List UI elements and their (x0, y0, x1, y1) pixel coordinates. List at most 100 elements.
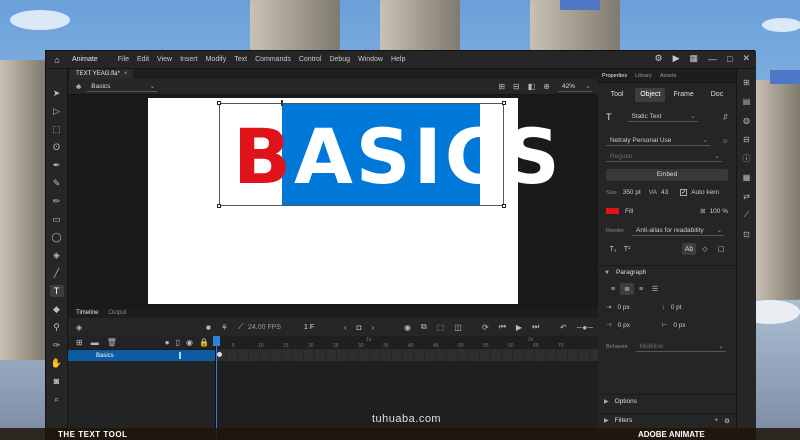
layer-row[interactable]: Basics (68, 350, 215, 361)
motion-icon[interactable]: ◫ (454, 323, 462, 332)
size-value[interactable]: 350 pt (623, 189, 641, 196)
scene-dropdown[interactable]: Basics ⌄ (87, 81, 158, 92)
paragraph-section[interactable]: ▼ Paragraph (598, 265, 736, 279)
layers-icon[interactable]: ◈ (76, 323, 82, 332)
align-icon[interactable]: ⊟ (513, 82, 520, 91)
undo-icon[interactable]: ↶ (560, 323, 567, 332)
stage[interactable]: B ASICS (148, 98, 560, 304)
font-style-dropdown[interactable]: Regular ⌄ (606, 151, 722, 162)
close-tab-icon[interactable]: × (124, 71, 128, 77)
subtab-tool[interactable]: Tool (602, 88, 632, 102)
menu-debug[interactable]: Debug (325, 56, 354, 63)
transform-tool-icon[interactable]: ⬚ (50, 123, 64, 135)
resize-handle-br[interactable] (502, 204, 506, 208)
zoom-tool-icon[interactable]: ⌕ (50, 393, 64, 405)
swatches-panel-icon[interactable]: ▦ (741, 172, 753, 182)
menu-file[interactable]: File (114, 56, 133, 63)
document-tab[interactable]: TEXT YEAG.fla* × (70, 69, 134, 79)
lock-icon[interactable]: 🔒 (199, 338, 209, 347)
filters-section[interactable]: ▶ Filters + ⚙ (598, 413, 736, 427)
home-icon[interactable]: ⌂ (50, 53, 64, 67)
align-center-icon[interactable]: ≣ (620, 283, 634, 295)
close-icon[interactable]: ✕ (742, 53, 750, 64)
tab-properties[interactable]: Properties (602, 73, 627, 79)
transform-panel-icon[interactable]: ⇄ (741, 191, 753, 201)
menu-help[interactable]: Help (387, 56, 409, 63)
options-section[interactable]: ▶ Options (598, 394, 736, 408)
margin-right-value[interactable]: 0 px (673, 322, 685, 329)
line-tool-icon[interactable]: ╱ (50, 267, 64, 279)
tab-assets[interactable]: Assets (660, 73, 677, 79)
oval-tool-icon[interactable]: ◯ (50, 231, 64, 243)
insert-keyframe-icon[interactable]: ◘ (357, 323, 362, 332)
grid-icon[interactable]: ▦ (690, 53, 699, 64)
fps-readout[interactable]: 24.00 FPS (248, 324, 281, 331)
text-direction-icon[interactable]: ⇵ (723, 113, 728, 121)
eraser-tool-icon[interactable]: ◆ (50, 303, 64, 315)
resize-handle-tl[interactable] (217, 101, 221, 105)
menu-modify[interactable]: Modify (202, 56, 231, 63)
behavior-dropdown[interactable]: Multiline ⌄ (635, 341, 726, 352)
menu-commands[interactable]: Commands (251, 56, 295, 63)
library-panel-icon[interactable]: ▤ (741, 96, 753, 106)
fit-icon[interactable]: ⊕ (543, 82, 550, 91)
playhead[interactable] (213, 336, 220, 440)
color-panel-icon[interactable]: ◍ (741, 115, 753, 125)
lasso-tool-icon[interactable]: ʘ (50, 141, 64, 153)
embed-button[interactable]: Embed (606, 169, 728, 181)
subselection-tool-icon[interactable]: ▷ (50, 105, 64, 117)
align-justify-icon[interactable]: ☰ (648, 283, 662, 295)
prev-keyframe-icon[interactable]: ‹ (344, 323, 347, 332)
font-family-dropdown[interactable]: Netraly Personal Use ⌄ (606, 135, 710, 146)
keyframe[interactable] (217, 352, 222, 357)
components-panel-icon[interactable]: ⊡ (741, 229, 753, 239)
step-back-icon[interactable]: ⏮ (499, 322, 506, 332)
superscript-icon[interactable]: T¹ (620, 243, 634, 255)
auto-kern-checkbox[interactable]: ✓ (680, 189, 688, 196)
highlight-icon[interactable]: ● (165, 338, 170, 347)
subtab-frame[interactable]: Frame (669, 88, 699, 102)
font-link-icon[interactable]: ⊘ (723, 137, 728, 145)
text-tool-icon[interactable]: T (49, 285, 64, 297)
properties-panel-icon[interactable]: ⊞ (741, 77, 753, 87)
outline-icon[interactable]: ▯ (176, 338, 180, 347)
onion-skin-icon[interactable]: ◉ (404, 323, 411, 332)
menu-control[interactable]: Control (295, 56, 326, 63)
add-folder-icon[interactable]: ▬ (91, 338, 99, 347)
add-layer-icon[interactable]: ⊞ (76, 338, 83, 347)
indent-left-value[interactable]: 0 px (617, 304, 661, 311)
minimize-icon[interactable]: — (708, 54, 717, 64)
pen-tool-icon[interactable]: ✒ (50, 159, 64, 171)
fill-color-swatch[interactable] (606, 208, 619, 214)
tab-output[interactable]: Output (108, 309, 126, 318)
resize-handle-bl[interactable] (217, 204, 221, 208)
menu-insert[interactable]: Insert (176, 56, 202, 63)
play-icon[interactable]: ▶ (673, 53, 680, 64)
snap-icon[interactable]: ⊞ (498, 82, 505, 91)
graph-icon[interactable]: ⟋ (238, 322, 244, 332)
next-keyframe-icon[interactable]: › (372, 323, 375, 332)
clip-icon[interactable]: ◧ (528, 82, 536, 91)
tracking-value[interactable]: 43 (661, 189, 668, 196)
text-type-dropdown[interactable]: Static Text ⌄ (627, 111, 698, 122)
border-icon[interactable]: ▢ (714, 243, 728, 255)
edit-multiple-icon[interactable]: ⧉ (421, 322, 427, 332)
tab-library[interactable]: Library (635, 73, 652, 79)
align-left-icon[interactable]: ≡ (606, 283, 620, 295)
paint-bucket-icon[interactable]: ◈ (50, 249, 64, 261)
play-icon[interactable]: ▶ (516, 323, 522, 332)
selection-tool-icon[interactable]: ➤ (50, 87, 64, 99)
pencil-tool-icon[interactable]: ✏ (50, 195, 64, 207)
parent-view-icon[interactable]: ⚘ (221, 323, 228, 332)
eye-icon[interactable]: ◉ (186, 338, 193, 347)
timeline-ruler[interactable]: 1s 2s 5 10 15 20 25 30 35 40 45 50 55 60… (216, 336, 598, 350)
menu-view[interactable]: View (153, 56, 176, 63)
camera-icon[interactable]: ■ (206, 323, 211, 332)
tween-icon[interactable]: ⬚ (437, 323, 445, 332)
step-forward-icon[interactable]: ⏭ (532, 322, 539, 332)
timeline-zoom-slider[interactable]: ─●─ (577, 323, 593, 332)
margin-left-value[interactable]: 0 px (618, 322, 662, 329)
camera-tool-icon[interactable]: ◙ (50, 375, 64, 387)
bone-tool-icon[interactable]: ⚲ (50, 321, 64, 333)
layer-frames-row[interactable] (216, 350, 598, 361)
